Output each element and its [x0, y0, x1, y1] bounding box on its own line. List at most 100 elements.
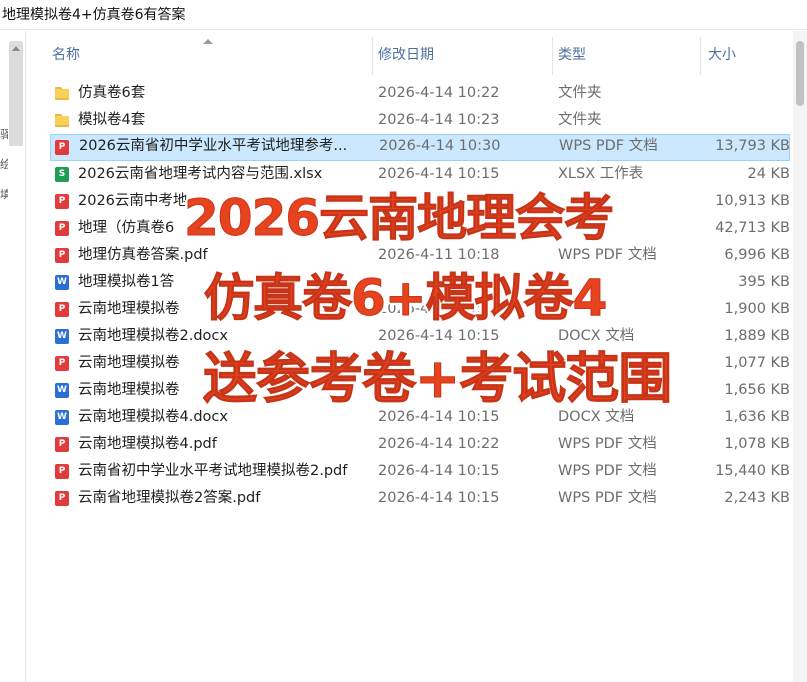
- column-header-type[interactable]: 类型: [558, 31, 698, 79]
- file-name: 云南省初中学业水平考试地理模拟卷2.pdf: [78, 463, 348, 479]
- vertical-scrollbar[interactable]: [793, 31, 807, 682]
- column-divider[interactable]: [372, 37, 373, 75]
- column-header-date[interactable]: 修改日期: [378, 31, 548, 79]
- file-size: 2,243 KB: [724, 490, 790, 506]
- file-type: WPS PDF 文档: [558, 247, 657, 263]
- file-size: 42,713 KB: [715, 220, 790, 236]
- pdf-file-icon: P: [55, 491, 69, 506]
- file-list: 仿真卷6套 2026-4-14 10:22 文件夹 模拟卷4套 2026-4-14 10…: [50, 80, 790, 512]
- file-size: 15,440 KB: [715, 463, 790, 479]
- file-modified-date: 2026-4-14 10:15: [378, 409, 500, 425]
- file-type: XLSX 工作表: [558, 166, 644, 182]
- file-row[interactable]: P 云南地理模拟卷4.pdf 2026-4-14 10:22 WPS PDF 文档 1,…: [50, 431, 790, 458]
- file-row[interactable]: P 2026云南中考地 10,913 KB: [50, 188, 790, 215]
- pdf-file-icon: P: [55, 302, 69, 317]
- word-file-icon: W: [55, 275, 69, 290]
- file-row[interactable]: W 云南地理模拟卷4.docx 2026-4-14 10:15 DOCX 文档 1,63…: [50, 404, 790, 431]
- column-header-row: 名称 修改日期 类型 大小: [27, 31, 807, 79]
- word-file-icon: W: [55, 410, 69, 425]
- nav-item-label[interactable]: 填: [0, 186, 8, 202]
- nav-scroll-up-button[interactable]: [9, 41, 23, 146]
- file-type: DOCX 文档: [558, 328, 635, 344]
- word-file-icon: W: [55, 383, 69, 398]
- file-row[interactable]: W 云南地理模拟卷 1,656 KB: [50, 377, 790, 404]
- file-size: 13,793 KB: [715, 138, 790, 154]
- scrollbar-thumb[interactable]: [796, 41, 804, 106]
- folder-icon: [55, 86, 69, 101]
- file-size: 1,656 KB: [724, 382, 790, 398]
- nav-item-label[interactable]: 驿: [0, 126, 8, 142]
- file-modified-date: 2026-4-14 10:22: [378, 85, 500, 101]
- file-modified-date: 2026-4-14 10:15: [378, 463, 500, 479]
- file-size: 1,900 KB: [724, 301, 790, 317]
- file-size: 395 KB: [738, 274, 790, 290]
- file-type: 文件夹: [558, 112, 602, 128]
- file-row[interactable]: 模拟卷4套 2026-4-14 10:23 文件夹: [50, 107, 790, 134]
- file-type: WPS PDF 文档: [558, 463, 657, 479]
- file-row[interactable]: W 地理模拟卷1答 395 KB: [50, 269, 790, 296]
- file-modified-date: 2026-4-14 10:23: [378, 112, 500, 128]
- file-size: 6,996 KB: [724, 247, 790, 263]
- column-header-size[interactable]: 大小: [708, 31, 788, 79]
- pdf-file-icon: P: [55, 464, 69, 479]
- file-name: 地理模拟卷1答: [78, 274, 175, 290]
- file-name: 2026云南中考地: [78, 193, 188, 209]
- file-name: 地理仿真卷答案.pdf: [78, 247, 208, 263]
- file-size: 10,913 KB: [715, 193, 790, 209]
- file-size: 1,078 KB: [724, 436, 790, 452]
- file-name: 仿真卷6套: [78, 85, 146, 101]
- column-divider[interactable]: [700, 37, 701, 75]
- file-type: WPS PDF 文档: [559, 138, 658, 154]
- file-modified-date: 2026-4-14 10:15: [378, 490, 500, 506]
- file-row[interactable]: P 云南地理模拟卷 2026-4-14 10:15 1,900 KB: [50, 296, 790, 323]
- window-title: 地理模拟卷4+仿真卷6有答案: [0, 0, 807, 30]
- file-name: 云南省地理模拟卷2答案.pdf: [78, 490, 261, 506]
- pdf-file-icon: P: [55, 221, 69, 236]
- file-type: DOCX 文档: [558, 409, 635, 425]
- file-type: WPS PDF 文档: [558, 490, 657, 506]
- column-divider[interactable]: [552, 37, 553, 75]
- nav-item-label[interactable]: 绘: [0, 156, 8, 172]
- file-row[interactable]: P 云南地理模拟卷 1,077 KB: [50, 350, 790, 377]
- file-row[interactable]: S 2026云南省地理考试内容与范围.xlsx 2026-4-14 10:15 XLS…: [50, 161, 790, 188]
- file-size: 1,889 KB: [724, 328, 790, 344]
- pdf-file-icon: P: [55, 356, 69, 371]
- file-modified-date: 2026-4-14 10:15: [378, 166, 500, 182]
- file-row[interactable]: W 云南地理模拟卷2.docx 2026-4-14 10:15 DOCX 文档 1,88…: [50, 323, 790, 350]
- word-file-icon: W: [55, 329, 69, 344]
- pdf-file-icon: P: [55, 248, 69, 263]
- file-name: 云南地理模拟卷2.docx: [78, 328, 228, 344]
- pdf-file-icon: P: [55, 194, 69, 209]
- file-modified-date: 2026-4-14 10:15: [378, 301, 500, 317]
- file-size: 24 KB: [747, 166, 790, 182]
- column-header-name[interactable]: 名称: [52, 31, 372, 79]
- file-modified-date: 2026-4-14 10:15: [378, 328, 500, 344]
- file-modified-date: 2026-4-14 10:30: [379, 138, 501, 154]
- file-name: 模拟卷4套: [78, 112, 146, 128]
- folder-icon: [55, 113, 69, 128]
- file-name: 云南地理模拟卷: [78, 382, 180, 398]
- file-row[interactable]: P 云南省初中学业水平考试地理模拟卷2.pdf 2026-4-14 10:15 WPS…: [50, 458, 790, 485]
- file-name: 云南地理模拟卷4.docx: [78, 409, 228, 425]
- file-row[interactable]: P 地理仿真卷答案.pdf 2026-4-11 10:18 WPS PDF 文档 6,9…: [50, 242, 790, 269]
- navigation-pane[interactable]: 驿 绘 填: [0, 31, 26, 682]
- file-name: 云南地理模拟卷: [78, 301, 180, 317]
- file-name: 2026云南省地理考试内容与范围.xlsx: [78, 166, 323, 182]
- file-type: WPS PDF 文档: [558, 436, 657, 452]
- file-modified-date: 2026-4-11 10:18: [378, 247, 500, 263]
- file-type: 文件夹: [558, 85, 602, 101]
- file-modified-date: 2026-4-14 10:22: [378, 436, 500, 452]
- excel-file-icon: S: [55, 167, 69, 182]
- file-name: 云南地理模拟卷: [78, 355, 180, 371]
- file-name: 2026云南省初中学业水平考试地理参考...: [79, 138, 348, 154]
- file-row[interactable]: P 2026云南省初中学业水平考试地理参考... 2026-4-14 10:30 WP…: [50, 134, 790, 161]
- pdf-file-icon: P: [55, 140, 69, 155]
- file-name: 地理（仿真卷6: [78, 220, 175, 236]
- file-row[interactable]: P 地理（仿真卷6 42,713 KB: [50, 215, 790, 242]
- file-size: 1,636 KB: [724, 409, 790, 425]
- file-row[interactable]: P 云南省地理模拟卷2答案.pdf 2026-4-14 10:15 WPS PDF 文…: [50, 485, 790, 512]
- file-name: 云南地理模拟卷4.pdf: [78, 436, 217, 452]
- pdf-file-icon: P: [55, 437, 69, 452]
- file-row[interactable]: 仿真卷6套 2026-4-14 10:22 文件夹: [50, 80, 790, 107]
- file-size: 1,077 KB: [724, 355, 790, 371]
